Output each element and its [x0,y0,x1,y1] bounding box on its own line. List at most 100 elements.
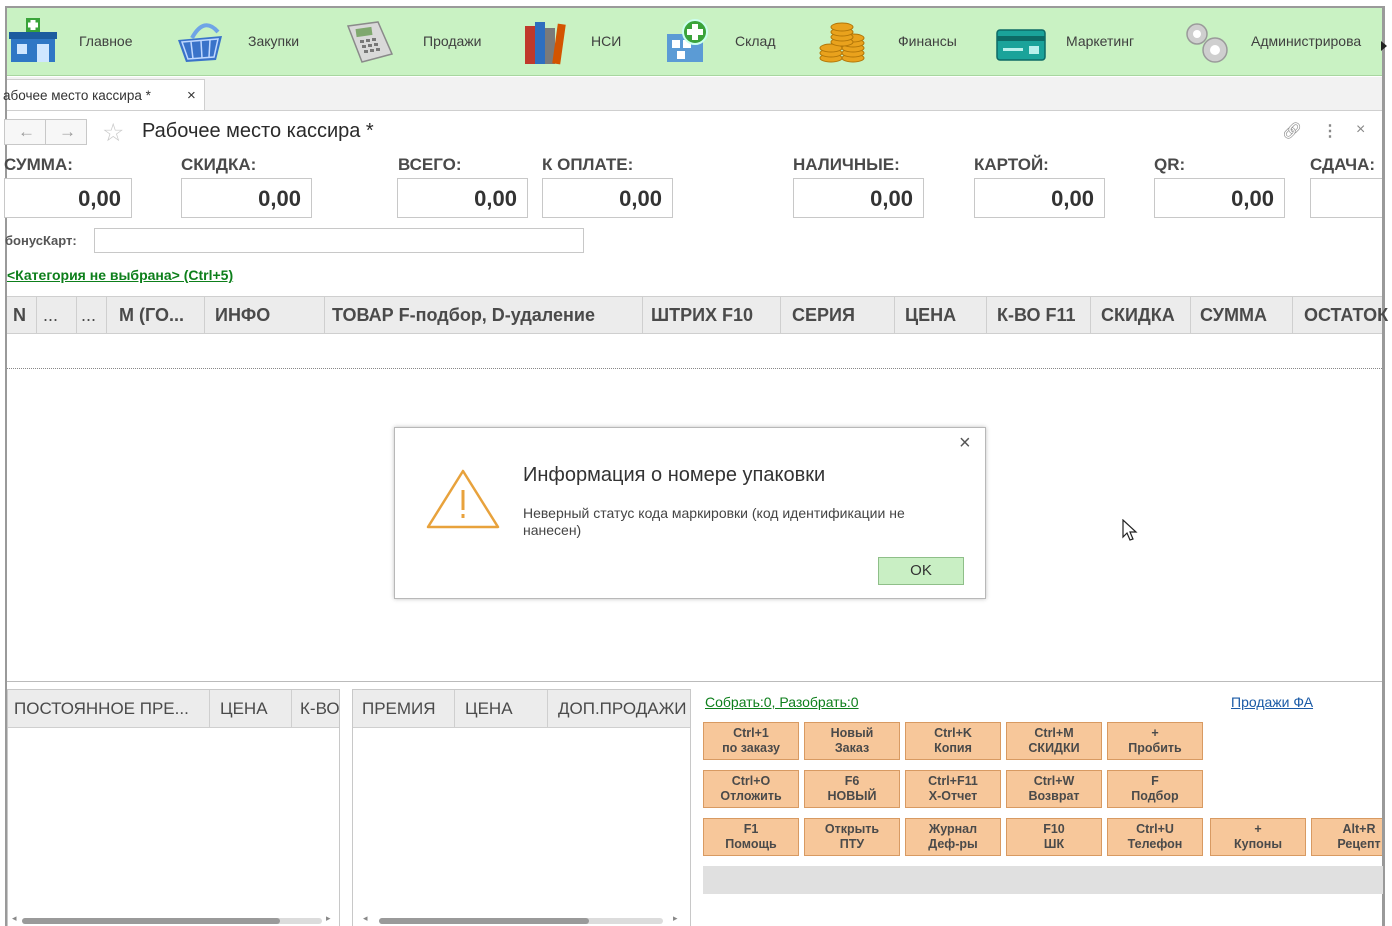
horizontal-scrollbar[interactable]: ◂ ▸ [353,913,690,926]
x-report-button[interactable]: Ctrl+F11 X-Отчет [905,770,1001,808]
barcode-button[interactable]: F10 ШК [1006,818,1102,856]
phone-button[interactable]: Ctrl+U Телефон [1107,818,1203,856]
close-form-icon[interactable]: × [1356,121,1365,139]
sections-scroll-right-icon[interactable] [1381,41,1387,51]
new-order-button[interactable]: Новый Заказ [804,722,900,760]
change-field[interactable] [1310,178,1382,218]
section-label: Главное [79,33,133,49]
link-icon[interactable]: 🔗︎ [1282,121,1302,141]
column-header[interactable]: К-ВО F11 [987,297,1091,334]
change-label: СДАЧА: [1310,155,1376,174]
packaging-info-dialog: × Информация о номере упаковки Неверный … [394,427,986,599]
field-value: 0,00 [1051,186,1094,211]
column-header[interactable]: N [7,297,37,334]
button-hotkey: Alt+R [1342,822,1376,836]
column-header[interactable]: ЦЕНА [455,690,548,727]
column-header[interactable]: СКИДКА [1091,297,1191,334]
by-order-button[interactable]: Ctrl+1 по заказу [703,722,799,760]
column-header[interactable]: ... [77,297,107,334]
column-header[interactable]: ШТРИХ F10 [643,297,781,334]
copy-button[interactable]: Ctrl+K Копия [905,722,1001,760]
column-header[interactable]: К-ВО [292,690,339,727]
scroll-thumb[interactable] [22,918,280,924]
tab-close-icon[interactable]: × [187,87,196,104]
cash-field[interactable]: 0,00 [793,178,924,218]
cash-register-icon [346,21,394,63]
button-hotkey: Ctrl+M [1034,726,1074,740]
total-sum-field[interactable]: 0,00 [4,178,132,218]
column-header[interactable]: ДОП.ПРОДАЖИ [548,690,690,727]
button-hotkey: Ctrl+F11 [928,774,978,788]
card-payment-label: КАРТОЙ: [974,155,1049,174]
return-button[interactable]: Ctrl+W Возврат [1006,770,1102,808]
category-link[interactable]: <Категория не выбрана> (Ctrl+5) [7,267,233,283]
bonus-grid[interactable]: ПРЕМИЯ ЦЕНА ДОП.ПРОДАЖИ ◂ ▸ [352,689,691,926]
section-nsi[interactable]: НСИ [517,8,657,76]
postpone-button[interactable]: Ctrl+O Отложить [703,770,799,808]
grand-total-field[interactable]: 0,00 [397,178,528,218]
horizontal-scrollbar[interactable]: ◂ ▸ [8,913,339,926]
scroll-right-icon[interactable]: ▸ [326,913,331,924]
to-pay-field[interactable]: 0,00 [542,178,673,218]
column-header[interactable]: ТОВАР F-подбор, D-удаление [325,297,643,334]
scroll-left-icon[interactable]: ◂ [363,913,368,924]
sales-fa-link[interactable]: Продажи ФА [1231,694,1313,710]
column-header[interactable]: СЕРИЯ [781,297,895,334]
column-header-label: К-ВО [300,699,339,718]
qr-payment-field[interactable]: 0,00 [1154,178,1285,218]
prescription-button[interactable]: Alt+R Рецепт [1311,818,1382,856]
section-sales[interactable]: Продажи [340,8,505,76]
bonus-card-input[interactable] [94,228,584,253]
button-label: Пробить [1128,741,1182,755]
field-value: 0,00 [870,186,913,211]
warehouse-icon [667,19,708,62]
total-sum-label: СУММА: [4,155,73,174]
card-payment-field[interactable]: 0,00 [974,178,1105,218]
status-strip [703,866,1383,894]
column-header[interactable]: ЦЕНА [210,690,292,727]
column-header-label: ИНФО [215,305,271,325]
scroll-left-icon[interactable]: ◂ [12,913,17,924]
dialog-close-icon[interactable]: × [959,432,971,455]
open-ptu-button[interactable]: Открыть ПТУ [804,818,900,856]
column-header-label: СЕРИЯ [792,305,855,325]
collect-disassemble-link[interactable]: Собрать:0, Разобрать:0 [705,694,859,710]
scroll-right-icon[interactable]: ▸ [673,913,678,924]
button-hotkey: Журнал [928,822,978,836]
section-purchases[interactable]: Закупки [172,8,337,76]
column-header[interactable]: СУММА [1191,297,1293,334]
defect-journal-button[interactable]: Журнал Деф-ры [905,818,1001,856]
column-header[interactable]: ... [37,297,77,334]
help-button[interactable]: F1 Помощь [703,818,799,856]
forward-button[interactable]: → [45,119,87,145]
section-marketing[interactable]: Маркетинг [995,8,1175,76]
column-header-label: СУММА [1200,305,1267,325]
new-button[interactable]: F6 НОВЫЙ [804,770,900,808]
loyalty-grid[interactable]: ПОСТОЯННОЕ ПРЕ... ЦЕНА К-ВО ◂ ▸ [7,689,340,926]
favorite-star-icon[interactable]: ☆ [102,118,124,148]
column-header[interactable]: ЦЕНА [895,297,987,334]
section-main[interactable]: Главное [7,8,167,76]
more-menu-icon[interactable]: ⋮ [1322,121,1338,141]
column-header[interactable]: ПОСТОЯННОЕ ПРЕ... [8,690,210,727]
discounts-button[interactable]: Ctrl+M СКИДКИ [1006,722,1102,760]
column-header[interactable]: ОСТАТОК [1293,297,1388,334]
coupons-button[interactable]: + Купоны [1210,818,1306,856]
column-header-label: К-ВО F11 [997,305,1076,325]
ok-button[interactable]: OK [878,557,964,585]
bonus-card-label: бонусКарт: [5,233,77,248]
tab-cashier-workplace[interactable]: абочее место кассира * × [3,79,205,110]
scroll-thumb[interactable] [379,918,589,924]
back-button[interactable]: ← [4,119,46,145]
column-header[interactable]: ПРЕМИЯ [353,690,455,727]
section-finance[interactable]: Финансы [817,8,992,76]
section-warehouse[interactable]: Склад [663,8,813,76]
qr-payment-label: QR: [1154,155,1186,174]
punch-receipt-button[interactable]: + Пробить [1107,722,1203,760]
discount-field[interactable]: 0,00 [181,178,312,218]
section-admin[interactable]: Администрирова [1179,8,1379,76]
column-header[interactable]: ИНФО [205,297,325,334]
button-hotkey: + [1151,726,1159,740]
selection-button[interactable]: F Подбор [1107,770,1203,808]
column-header[interactable]: М (ГО... [107,297,205,334]
